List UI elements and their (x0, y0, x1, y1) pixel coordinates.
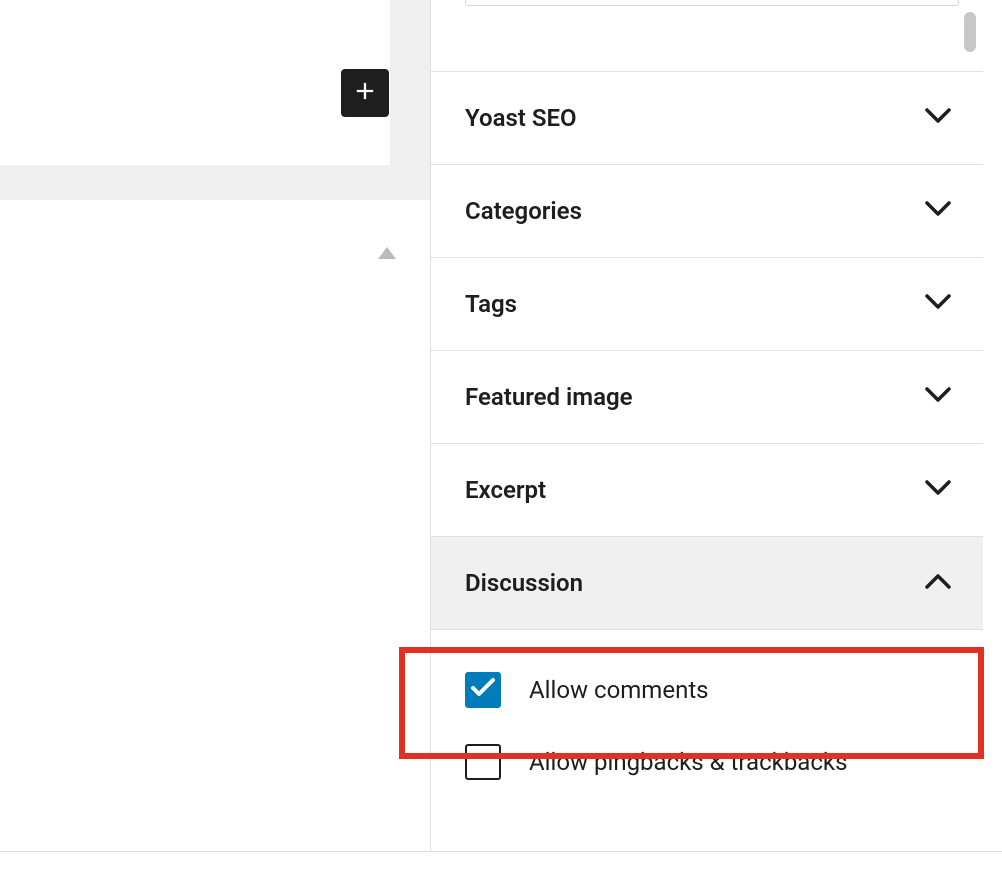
chevron-down-icon (925, 387, 951, 408)
panel-list: Yoast SEO Categories Tags Featured image (431, 72, 983, 846)
allow-pingbacks-checkbox[interactable] (465, 744, 501, 780)
allow-comments-label: Allow comments (529, 676, 709, 704)
panel-excerpt[interactable]: Excerpt (431, 443, 983, 537)
scrollbar-thumb[interactable] (964, 12, 976, 52)
triangle-up-icon (378, 244, 396, 263)
panel-yoast-seo[interactable]: Yoast SEO (431, 71, 983, 165)
panel-title: Featured image (465, 383, 633, 411)
chevron-down-icon (925, 294, 951, 315)
editor-canvas-area (0, 0, 430, 884)
allow-pingbacks-label: Allow pingbacks & trackbacks (529, 748, 847, 776)
allow-comments-checkbox[interactable] (465, 672, 501, 708)
panel-featured-image[interactable]: Featured image (431, 350, 983, 444)
panel-title: Categories (465, 197, 582, 225)
add-block-button[interactable] (341, 69, 389, 117)
panel-title: Tags (465, 290, 517, 318)
panel-tags[interactable]: Tags (431, 257, 983, 351)
editor-lower-area (0, 200, 430, 884)
panel-discussion[interactable]: Discussion (431, 536, 983, 630)
allow-pingbacks-row: Allow pingbacks & trackbacks (465, 726, 951, 798)
panel-categories[interactable]: Categories (431, 164, 983, 258)
check-icon (470, 677, 496, 703)
editor-content-block (0, 0, 390, 165)
chevron-down-icon (925, 480, 951, 501)
panel-title: Discussion (465, 569, 583, 597)
panel-title: Excerpt (465, 476, 546, 504)
settings-sidebar: Yoast SEO Categories Tags Featured image (430, 0, 982, 852)
chevron-up-icon (925, 573, 951, 594)
bottom-divider (0, 851, 1002, 852)
chevron-down-icon (925, 108, 951, 129)
input-field-bottom-edge (465, 0, 959, 6)
plus-icon (351, 77, 379, 109)
discussion-panel-content: Allow comments Allow pingbacks & trackba… (431, 630, 983, 846)
collapse-triangle-button[interactable] (378, 244, 396, 263)
panel-title: Yoast SEO (465, 104, 577, 132)
allow-comments-row: Allow comments (465, 654, 951, 726)
chevron-down-icon (925, 201, 951, 222)
